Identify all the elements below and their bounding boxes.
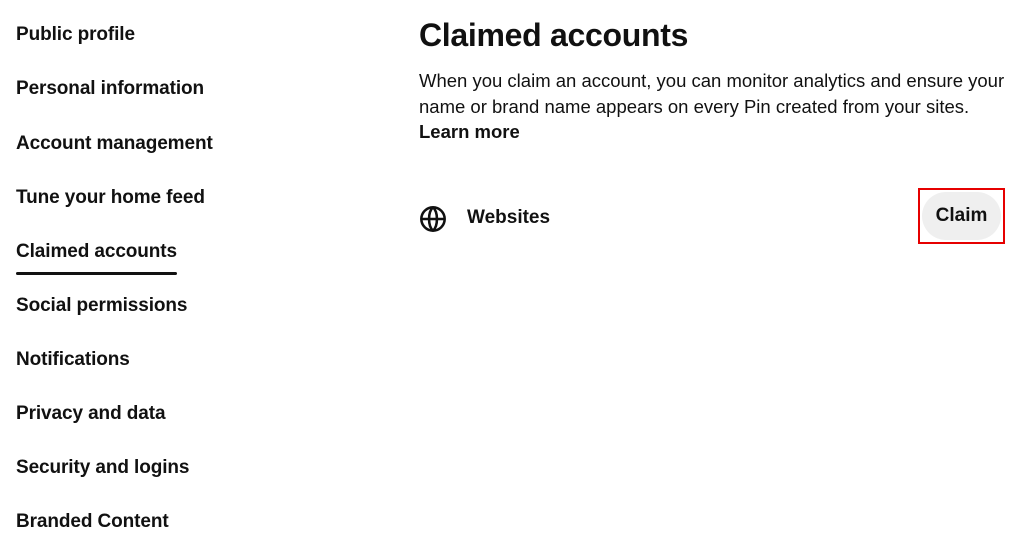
globe-icon (420, 206, 446, 232)
sidebar-item-label: Claimed accounts (16, 241, 178, 262)
sidebar-item-personal-information[interactable]: Personal information (16, 78, 204, 100)
sidebar-item-notifications[interactable]: Notifications (16, 349, 130, 371)
sidebar-item-label: Account management (16, 133, 213, 154)
page-title: Claimed accounts (419, 17, 689, 53)
sidebar-item-label: Social permissions (16, 295, 188, 316)
sidebar-item-security-and-logins[interactable]: Security and logins (16, 457, 189, 479)
sidebar-item-label: Personal information (16, 78, 205, 99)
sidebar-item-label: Security and logins (16, 457, 190, 478)
sidebar-item-privacy-and-data[interactable]: Privacy and data (16, 403, 166, 425)
sidebar-item-label: Branded Content (16, 511, 169, 532)
learn-more-link[interactable]: Learn more (419, 121, 520, 142)
highlight-box: Claim (918, 188, 1005, 244)
sidebar-item-label: Public profile (16, 24, 135, 45)
description-text: When you claim an account, you can monit… (419, 70, 1005, 117)
sidebar-item-claimed-accounts[interactable]: Claimed accounts (16, 241, 178, 275)
sidebar-item-label: Notifications (16, 349, 130, 370)
account-row-websites: Websites Claim (419, 188, 1009, 244)
sidebar-item-social-permissions[interactable]: Social permissions (16, 295, 187, 317)
account-label: Websites (467, 207, 551, 228)
sidebar-item-branded-content[interactable]: Branded Content (16, 511, 169, 533)
claim-button[interactable]: Claim (922, 192, 1001, 240)
active-tab-underline (16, 272, 178, 275)
sidebar-item-label: Tune your home feed (16, 187, 205, 208)
sidebar-item-public-profile[interactable]: Public profile (16, 24, 135, 46)
sidebar-item-account-management[interactable]: Account management (16, 133, 213, 155)
sidebar-item-tune-home-feed[interactable]: Tune your home feed (16, 187, 205, 209)
page-description: When you claim an account, you can monit… (419, 68, 1009, 145)
sidebar-item-label: Privacy and data (16, 403, 166, 424)
